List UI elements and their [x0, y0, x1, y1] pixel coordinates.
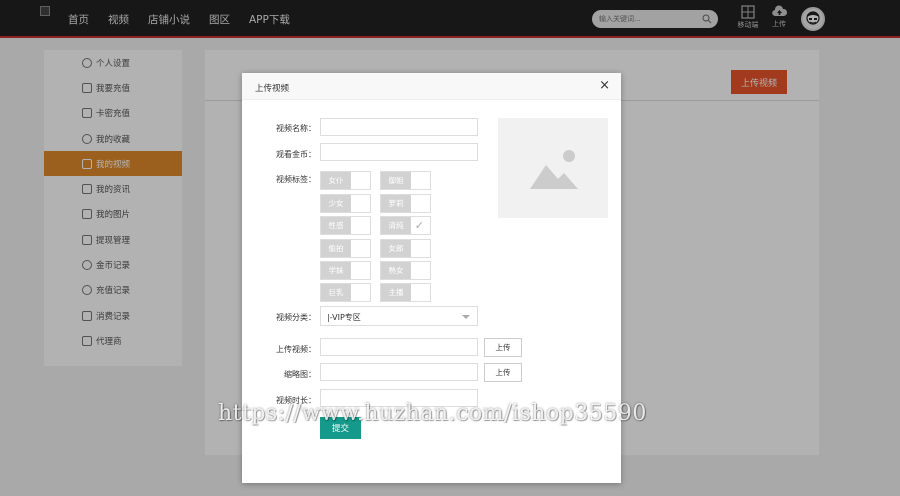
tag-label: 女郎: [381, 240, 411, 257]
video-file-input[interactable]: [320, 338, 478, 356]
modal-title: 上传视频: [255, 84, 290, 94]
video-name-label: 视频名称：: [276, 124, 316, 133]
tag-label: 巨乳: [321, 284, 351, 301]
thumbnail-preview: [498, 118, 608, 218]
upload-video-file-button[interactable]: 上传: [484, 338, 522, 357]
watermark-text: https://www.huzhan.com/ishop35590: [218, 401, 647, 426]
tag-label: 女仆: [321, 172, 351, 189]
tag-toggle[interactable]: 萝莉: [380, 194, 431, 213]
checkmark-icon: ✓: [414, 219, 424, 232]
category-select[interactable]: |-VIP专区: [320, 306, 478, 326]
thumbnail-label: 缩略图：: [284, 370, 316, 379]
tag-label: 学妹: [321, 262, 351, 279]
tag-label: 性感: [321, 217, 351, 234]
tag-toggle[interactable]: 少女: [320, 194, 371, 213]
tag-label: 清纯: [381, 217, 411, 234]
modal-header: 上传视频 ×: [242, 73, 621, 100]
category-label: 视频分类：: [276, 313, 316, 322]
thumbnail-file-input[interactable]: [320, 363, 478, 381]
tag-toggle[interactable]: 女郎: [380, 239, 431, 258]
upload-thumbnail-button[interactable]: 上传: [484, 363, 522, 382]
close-icon[interactable]: ×: [599, 79, 610, 93]
tag-toggle[interactable]: 熟女: [380, 261, 431, 280]
video-name-input[interactable]: [320, 118, 478, 136]
category-selected-value: |-VIP专区: [327, 313, 361, 322]
tag-toggle[interactable]: 巨乳: [320, 283, 371, 302]
tag-label: 偷拍: [321, 240, 351, 257]
tag-toggle[interactable]: 学妹: [320, 261, 371, 280]
watch-coins-label: 观看金币：: [276, 150, 316, 159]
chevron-down-icon: [462, 315, 470, 319]
tag-label: 萝莉: [381, 195, 411, 212]
tag-label: 主播: [381, 284, 411, 301]
tag-label: 熟女: [381, 262, 411, 279]
tag-label: 御姐: [381, 172, 411, 189]
watch-coins-input[interactable]: [320, 143, 478, 161]
tag-toggle[interactable]: 清纯 ✓: [380, 216, 431, 235]
upload-video-label: 上传视频：: [276, 345, 316, 354]
tag-toggle[interactable]: 性感: [320, 216, 371, 235]
video-tags-label: 视频标签：: [276, 175, 316, 184]
tag-toggle[interactable]: 偷拍: [320, 239, 371, 258]
tag-toggle[interactable]: 女仆: [320, 171, 371, 190]
tag-label: 少女: [321, 195, 351, 212]
tag-toggle[interactable]: 主播: [380, 283, 431, 302]
image-placeholder-icon: [530, 150, 578, 189]
tag-toggle[interactable]: 御姐: [380, 171, 431, 190]
